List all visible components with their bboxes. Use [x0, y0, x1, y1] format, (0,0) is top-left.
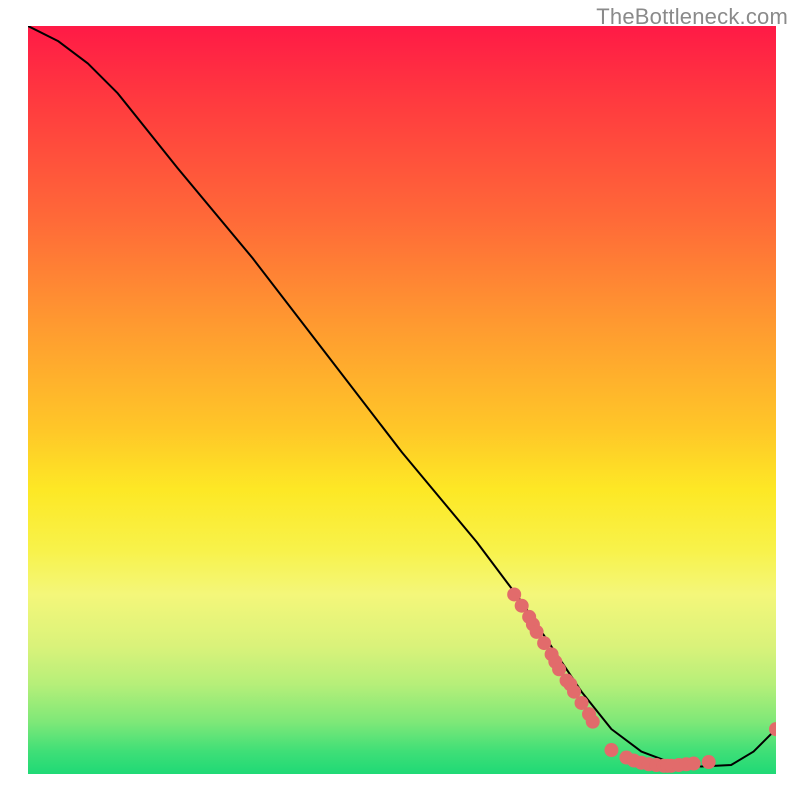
plot-svg [28, 26, 776, 774]
chart-line-curve [28, 26, 776, 767]
chart-dot-valley-cluster [687, 757, 701, 771]
chart-dot-valley-cluster [604, 743, 618, 757]
chart-dot-upper-cluster [586, 715, 600, 729]
plot-area [28, 26, 776, 774]
chart-dot-valley-cluster [702, 755, 716, 769]
